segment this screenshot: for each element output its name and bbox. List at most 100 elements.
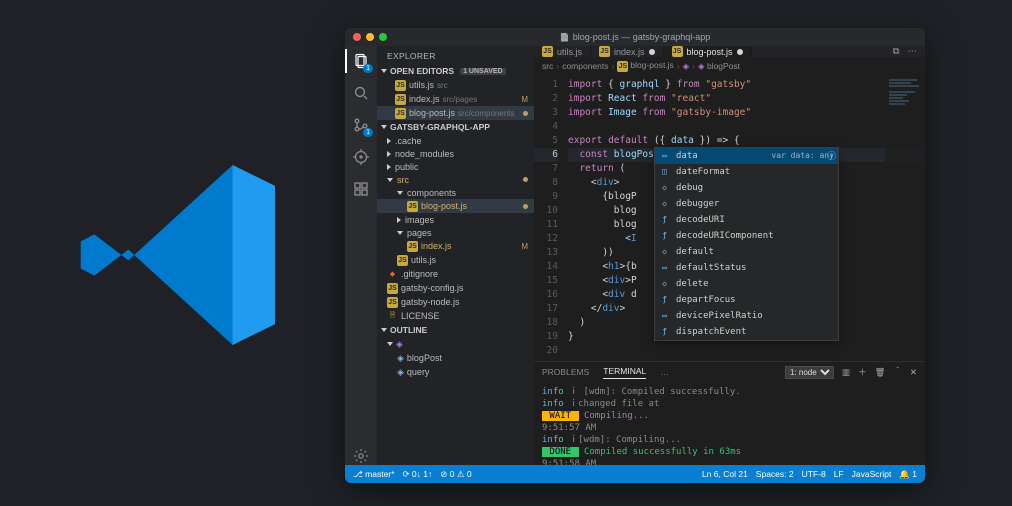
open-editor-item[interactable]: JS index.js src/pages M bbox=[377, 92, 534, 106]
autocomplete-item[interactable]: ƒ decodeURI bbox=[655, 212, 838, 228]
editor-tab[interactable]: JS blog-post.js bbox=[664, 46, 752, 57]
tab-label: utils.js bbox=[557, 47, 582, 57]
autocomplete-item[interactable]: ƒ dispatchEvent bbox=[655, 324, 838, 340]
item-name: public bbox=[395, 162, 419, 172]
debug-icon[interactable] bbox=[352, 148, 370, 166]
autocomplete-item[interactable]: ▭ devicePixelRatio bbox=[655, 308, 838, 324]
file-item[interactable]: JSutils.js bbox=[377, 253, 534, 267]
folder-item[interactable]: public bbox=[377, 160, 534, 173]
more-icon[interactable]: ⋯ bbox=[908, 46, 918, 57]
breadcrumb-part[interactable]: ◈ blogPost bbox=[698, 61, 740, 72]
folder-item[interactable]: images bbox=[377, 213, 534, 226]
breadcrumb[interactable]: src›components›JSblog-post.js›◈ ›◈ blogP… bbox=[534, 57, 925, 75]
breadcrumb-part[interactable]: components bbox=[562, 61, 608, 71]
vscode-logo bbox=[70, 140, 300, 370]
open-editor-item[interactable]: JS utils.js src bbox=[377, 78, 534, 92]
completion-kind-icon: ▭ bbox=[659, 151, 670, 162]
file-item[interactable]: JSblog-post.js bbox=[377, 199, 534, 213]
file-name: utils.js bbox=[409, 80, 434, 90]
window-title: blog-post.js — gatsby-graphql-app bbox=[345, 32, 925, 42]
outline-section[interactable]: OUTLINE bbox=[377, 323, 534, 337]
terminal-panel: PROBLEMS TERMINAL … 1: node ▥ ＋ 🗑 ＾ ✕ in… bbox=[534, 361, 925, 465]
file-item[interactable]: JSgatsby-config.js bbox=[377, 281, 534, 295]
modified-indicator: M bbox=[521, 242, 528, 251]
outline-item[interactable]: ◈blogPost bbox=[377, 351, 534, 365]
info-icon[interactable]: ⓘ bbox=[827, 150, 836, 164]
file-item[interactable]: ◆.gitignore bbox=[377, 267, 534, 281]
item-name: components bbox=[407, 188, 456, 198]
autocomplete-item[interactable]: ◇ delete bbox=[655, 276, 838, 292]
open-editors-label: OPEN EDITORS bbox=[390, 66, 454, 76]
status-item[interactable]: 🔔 1 bbox=[899, 469, 917, 480]
autocomplete-item[interactable]: ƒ decodeURIComponent bbox=[655, 228, 838, 244]
breadcrumb-part[interactable]: JSblog-post.js bbox=[617, 60, 673, 72]
kill-terminal-icon[interactable]: 🗑 bbox=[875, 367, 886, 378]
completion-label: data bbox=[676, 149, 698, 163]
search-icon[interactable] bbox=[352, 84, 370, 102]
extensions-icon[interactable] bbox=[352, 180, 370, 198]
status-item[interactable]: ⟳ 0↓ 1↑ bbox=[402, 469, 432, 480]
status-item[interactable]: Spaces: 2 bbox=[756, 469, 794, 479]
explorer-icon[interactable]: 1 bbox=[352, 52, 370, 70]
terminal-selector[interactable]: 1: node bbox=[785, 366, 834, 379]
editor-tab[interactable]: JS index.js bbox=[591, 46, 664, 57]
open-editor-item[interactable]: JS blog-post.js src/components bbox=[377, 106, 534, 120]
code-editor[interactable]: 1234567891011121314151617181920 import {… bbox=[534, 75, 925, 361]
editor-tab[interactable]: JS utils.js bbox=[534, 46, 591, 57]
close-panel-icon[interactable]: ✕ bbox=[910, 367, 917, 378]
autocomplete-item[interactable]: ◫ dateFormat bbox=[655, 164, 838, 180]
status-item[interactable]: UTF-8 bbox=[802, 469, 826, 479]
autocomplete-item[interactable]: ▭ defaultStatus bbox=[655, 260, 838, 276]
autocomplete-item[interactable]: ◇ debug bbox=[655, 180, 838, 196]
folder-item[interactable]: components bbox=[377, 186, 534, 199]
autocomplete-item[interactable]: ▭ data var data: any bbox=[655, 148, 838, 164]
outline-item[interactable]: ◈ bbox=[377, 337, 534, 351]
panel-tab-more[interactable]: … bbox=[660, 367, 669, 377]
maximize-panel-icon[interactable]: ＾ bbox=[893, 366, 902, 378]
editor-tabs: JS utils.js JS index.js JS blog-post.js … bbox=[534, 46, 925, 57]
terminal-line: 9:51:58 AM bbox=[542, 458, 917, 465]
file-item[interactable]: JSgatsby-node.js bbox=[377, 295, 534, 309]
outline-label: OUTLINE bbox=[390, 325, 427, 335]
item-name: LICENSE bbox=[401, 311, 440, 321]
explorer-sidebar: EXPLORER OPEN EDITORS 1 UNSAVED JS utils… bbox=[377, 46, 534, 465]
tab-label: blog-post.js bbox=[687, 47, 733, 57]
item-name: src bbox=[397, 175, 409, 185]
minimap[interactable] bbox=[885, 75, 925, 361]
compare-icon[interactable]: ⧉ bbox=[893, 46, 900, 57]
folder-item[interactable]: src bbox=[377, 173, 534, 186]
completion-kind-icon: ƒ bbox=[659, 231, 670, 242]
autocomplete-item[interactable]: ◇ debugger bbox=[655, 196, 838, 212]
folder-item[interactable]: pages bbox=[377, 226, 534, 239]
split-terminal-icon[interactable]: ▥ bbox=[842, 367, 850, 378]
breadcrumb-part[interactable]: src bbox=[542, 61, 553, 71]
panel-tab-terminal[interactable]: TERMINAL bbox=[603, 366, 646, 379]
window-titlebar: blog-post.js — gatsby-graphql-app bbox=[345, 28, 925, 46]
file-item[interactable]: JSindex.js M bbox=[377, 239, 534, 253]
file-item[interactable]: 🗎LICENSE bbox=[377, 309, 534, 323]
new-terminal-icon[interactable]: ＋ bbox=[858, 366, 867, 378]
status-item[interactable]: ⊘ 0 ⚠ 0 bbox=[440, 469, 471, 480]
autocomplete-item[interactable]: ◇ default bbox=[655, 244, 838, 260]
completion-kind-icon: ƒ bbox=[659, 295, 670, 306]
autocomplete-popup[interactable]: ⓘ ▭ data var data: any◫ dateFormat ◇ deb… bbox=[654, 147, 839, 341]
editor-area: JS utils.js JS index.js JS blog-post.js … bbox=[534, 46, 925, 465]
gear-icon[interactable] bbox=[352, 447, 370, 465]
open-editors-section[interactable]: OPEN EDITORS 1 UNSAVED bbox=[377, 64, 534, 78]
folder-item[interactable]: node_modules bbox=[377, 147, 534, 160]
outline-item[interactable]: ◈query bbox=[377, 365, 534, 379]
status-item[interactable]: LF bbox=[834, 469, 844, 479]
status-item[interactable]: Ln 6, Col 21 bbox=[702, 469, 748, 479]
breadcrumb-part[interactable]: ◈ bbox=[683, 61, 690, 72]
folder-item[interactable]: .cache bbox=[377, 134, 534, 147]
terminal-output[interactable]: info ｉ [wdm]: Compiled successfully.info… bbox=[534, 382, 925, 465]
panel-tab-problems[interactable]: PROBLEMS bbox=[542, 367, 589, 377]
tab-label: index.js bbox=[614, 47, 645, 57]
status-item[interactable]: JavaScript bbox=[852, 469, 892, 479]
status-item[interactable]: ⎇ master* bbox=[353, 469, 394, 480]
workspace-section[interactable]: GATSBY-GRAPHQL-APP bbox=[377, 120, 534, 134]
autocomplete-item[interactable]: ƒ departFocus bbox=[655, 292, 838, 308]
scm-badge: 1 bbox=[363, 128, 373, 137]
scm-icon[interactable]: 1 bbox=[352, 116, 370, 134]
completion-label: debug bbox=[676, 181, 703, 195]
